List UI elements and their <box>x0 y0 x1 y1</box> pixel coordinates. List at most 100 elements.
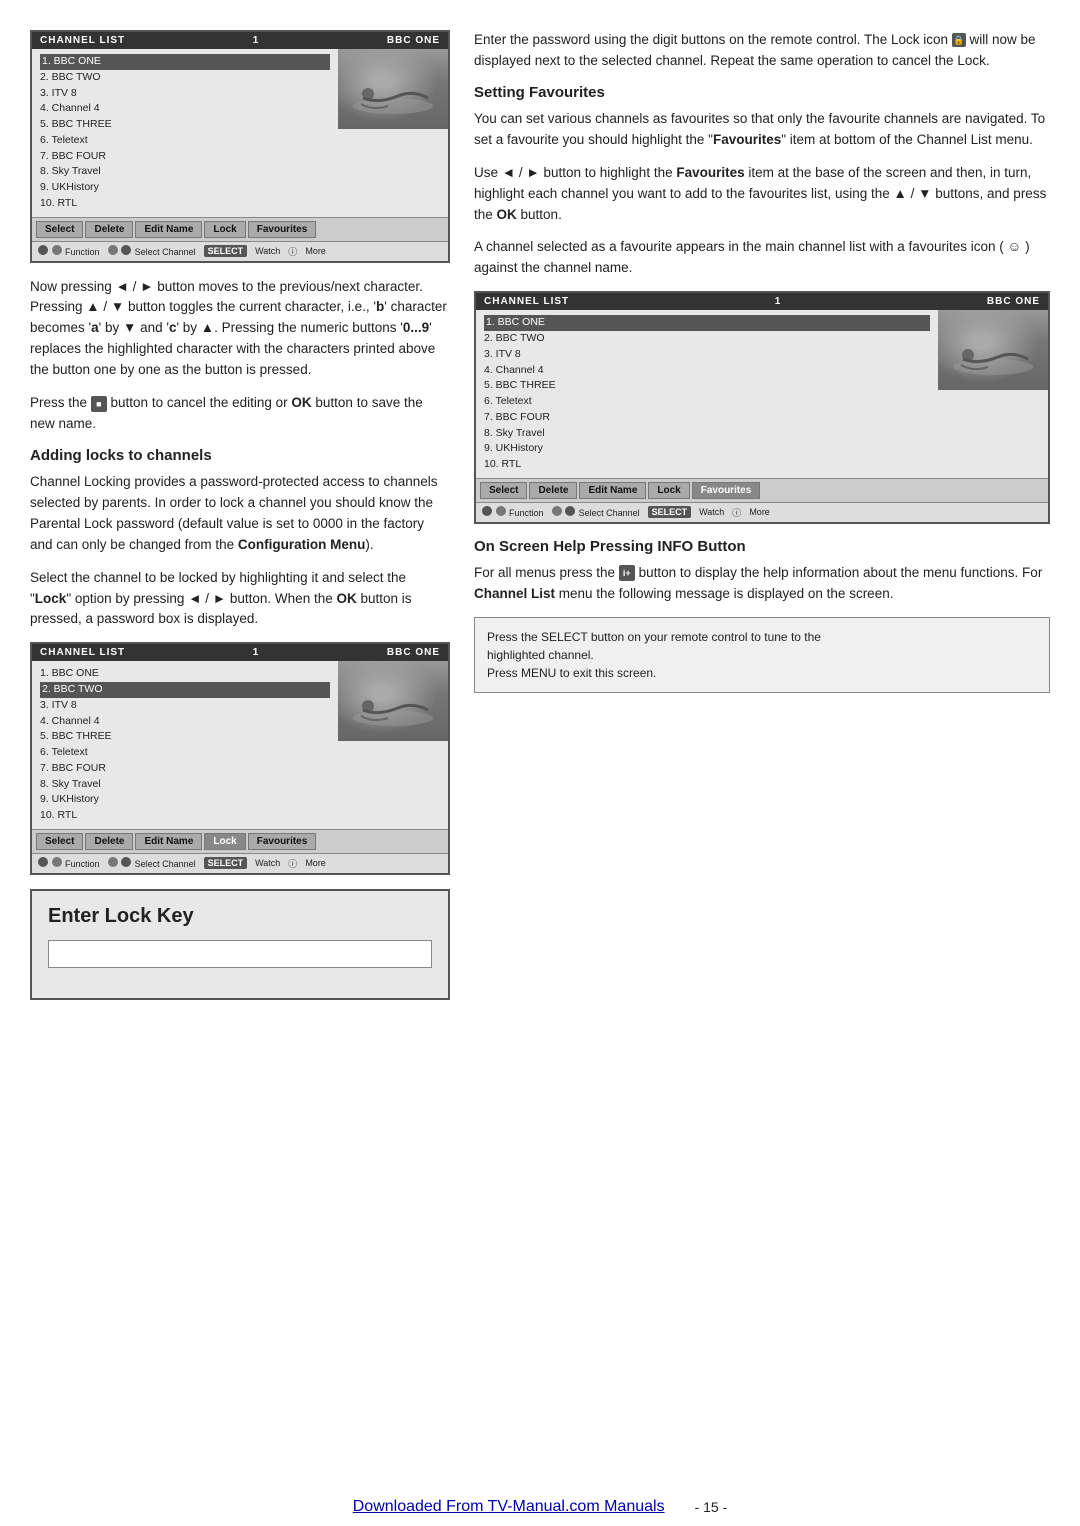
circle-blue-3 <box>565 506 575 516</box>
menu-icon: ■ <box>91 396 107 412</box>
list-item: 1. BBC ONE <box>40 54 330 70</box>
edit-name-button-3[interactable]: Edit Name <box>579 482 646 499</box>
select-button-2[interactable]: Select <box>36 833 83 850</box>
channel-number-3: 1 <box>775 296 782 307</box>
circle-yellow-2 <box>108 857 118 867</box>
list-item: 7. BBC FOUR <box>40 149 330 165</box>
channel-box-1: CHANNEL LIST 1 BBC ONE 1. BBC ONE 2. BBC… <box>30 30 450 263</box>
list-item: 4. Channel 4 <box>484 363 930 379</box>
footer-more-3: More <box>749 507 770 517</box>
footer-more: More <box>305 246 326 256</box>
channel-box-1-toolbar: Select Delete Edit Name Lock Favourites <box>32 217 448 241</box>
list-item: 9. UKHistory <box>484 441 930 457</box>
channel-list-2: 1. BBC ONE 2. BBC TWO 3. ITV 8 4. Channe… <box>32 661 338 829</box>
channel-name-1: BBC ONE <box>387 35 440 46</box>
channel-box-2-body: 1. BBC ONE 2. BBC TWO 3. ITV 8 4. Channe… <box>32 661 448 829</box>
list-item: 5. BBC THREE <box>40 729 330 745</box>
select-button-1[interactable]: Select <box>36 221 83 238</box>
footer-more-icon-3: ⓘ <box>732 506 741 519</box>
channel-box-2-toolbar: Select Delete Edit Name Lock Favourites <box>32 829 448 853</box>
swimmer-icon <box>343 76 443 121</box>
section-title-help: On Screen Help Pressing INFO Button <box>474 538 1050 555</box>
para-enter-password: Enter the password using the digit butto… <box>474 30 1050 72</box>
footer-download-link[interactable]: Downloaded From TV-Manual.com Manuals <box>353 1498 665 1516</box>
channel-name-2: BBC ONE <box>387 647 440 658</box>
list-item: 7. BBC FOUR <box>40 761 330 777</box>
select-button-3[interactable]: Select <box>480 482 527 499</box>
footer-watch-3: Watch <box>699 507 724 517</box>
list-item: 6. Teletext <box>40 745 330 761</box>
channel-name-3: BBC ONE <box>987 296 1040 307</box>
swimmer-icon-3 <box>943 337 1043 382</box>
para-favourites-1: You can set various channels as favourit… <box>474 109 1050 151</box>
footer-circles-2: Select Channel <box>108 245 196 257</box>
delete-button-2[interactable]: Delete <box>85 833 133 850</box>
lock-button-2[interactable]: Lock <box>204 833 245 850</box>
right-column: Enter the password using the digit butto… <box>474 30 1050 1000</box>
list-item: 4. Channel 4 <box>40 101 330 117</box>
channel-thumbnail-1 <box>338 49 448 129</box>
list-item: 7. BBC FOUR <box>484 410 930 426</box>
circle-green-3 <box>496 506 506 516</box>
lock-key-box: Enter Lock Key <box>30 889 450 1000</box>
circle-green <box>52 245 62 255</box>
footer-more-icon-2: ⓘ <box>288 857 297 870</box>
select-badge-3: SELECT <box>648 506 692 518</box>
list-item: 10. RTL <box>40 196 330 212</box>
lock-button-3[interactable]: Lock <box>648 482 689 499</box>
circle-yellow-3 <box>552 506 562 516</box>
channel-list-label-1: CHANNEL LIST <box>40 35 125 46</box>
circle-red-2 <box>38 857 48 867</box>
channel-box-3-body: 1. BBC ONE 2. BBC TWO 3. ITV 8 4. Channe… <box>476 310 1048 478</box>
para-press-button: Press the ■ button to cancel the editing… <box>30 393 450 435</box>
channel-box-3-header: CHANNEL LIST 1 BBC ONE <box>476 293 1048 310</box>
info-line-2: highlighted channel. <box>487 646 1037 664</box>
circle-blue <box>121 245 131 255</box>
page-content: CHANNEL LIST 1 BBC ONE 1. BBC ONE 2. BBC… <box>0 0 1080 1050</box>
list-item: 3. ITV 8 <box>40 698 330 714</box>
footer-more-icon: ⓘ <box>288 245 297 258</box>
select-badge-2: SELECT <box>204 857 248 869</box>
para-favourites-2: Use ◄ / ► button to highlight the Favour… <box>474 163 1050 226</box>
channel-list-label-2: CHANNEL LIST <box>40 647 125 658</box>
para-favourites-3: A channel selected as a favourite appear… <box>474 237 1050 279</box>
delete-button-3[interactable]: Delete <box>529 482 577 499</box>
list-item: 6. Teletext <box>484 394 930 410</box>
circle-yellow <box>108 245 118 255</box>
footer-watch-2: Watch <box>255 858 280 868</box>
footer-circles-3: Function <box>38 857 100 869</box>
channel-number-1: 1 <box>253 35 260 46</box>
swimmer-icon-2 <box>343 688 443 733</box>
list-item: 9. UKHistory <box>40 180 330 196</box>
list-item: 8. Sky Travel <box>40 777 330 793</box>
para-help: For all menus press the i+ button to dis… <box>474 563 1050 605</box>
list-item: 4. Channel 4 <box>40 714 330 730</box>
favourites-button-1[interactable]: Favourites <box>248 221 317 238</box>
list-item: 8. Sky Travel <box>484 426 930 442</box>
list-item: 2. BBC TWO <box>40 682 330 698</box>
edit-name-button-1[interactable]: Edit Name <box>135 221 202 238</box>
delete-button-1[interactable]: Delete <box>85 221 133 238</box>
lock-button-1[interactable]: Lock <box>204 221 245 238</box>
lock-icon: 🔒 <box>952 33 966 47</box>
list-item: 1. BBC ONE <box>484 315 930 331</box>
info-line-1: Press the SELECT button on your remote c… <box>487 628 1037 646</box>
list-item: 10. RTL <box>484 457 930 473</box>
section-title-locks: Adding locks to channels <box>30 447 450 464</box>
channel-box-1-header: CHANNEL LIST 1 BBC ONE <box>32 32 448 49</box>
lock-key-title: Enter Lock Key <box>48 905 432 928</box>
list-item: 8. Sky Travel <box>40 164 330 180</box>
channel-thumbnail-2 <box>338 661 448 741</box>
favourites-button-2[interactable]: Favourites <box>248 833 317 850</box>
select-badge-1: SELECT <box>204 245 248 257</box>
list-item: 2. BBC TWO <box>40 70 330 86</box>
channel-box-1-footer: Function Select Channel SELECT Watch ⓘ M… <box>32 241 448 261</box>
lock-key-input[interactable] <box>48 940 432 968</box>
channel-thumbnail-3 <box>938 310 1048 390</box>
edit-name-button-2[interactable]: Edit Name <box>135 833 202 850</box>
favourites-button-3[interactable]: Favourites <box>692 482 761 499</box>
footer-circles-4: Select Channel <box>108 857 196 869</box>
list-item: 10. RTL <box>40 808 330 824</box>
channel-box-1-body: 1. BBC ONE 2. BBC TWO 3. ITV 8 4. Channe… <box>32 49 448 217</box>
channel-list-label-3: CHANNEL LIST <box>484 296 569 307</box>
